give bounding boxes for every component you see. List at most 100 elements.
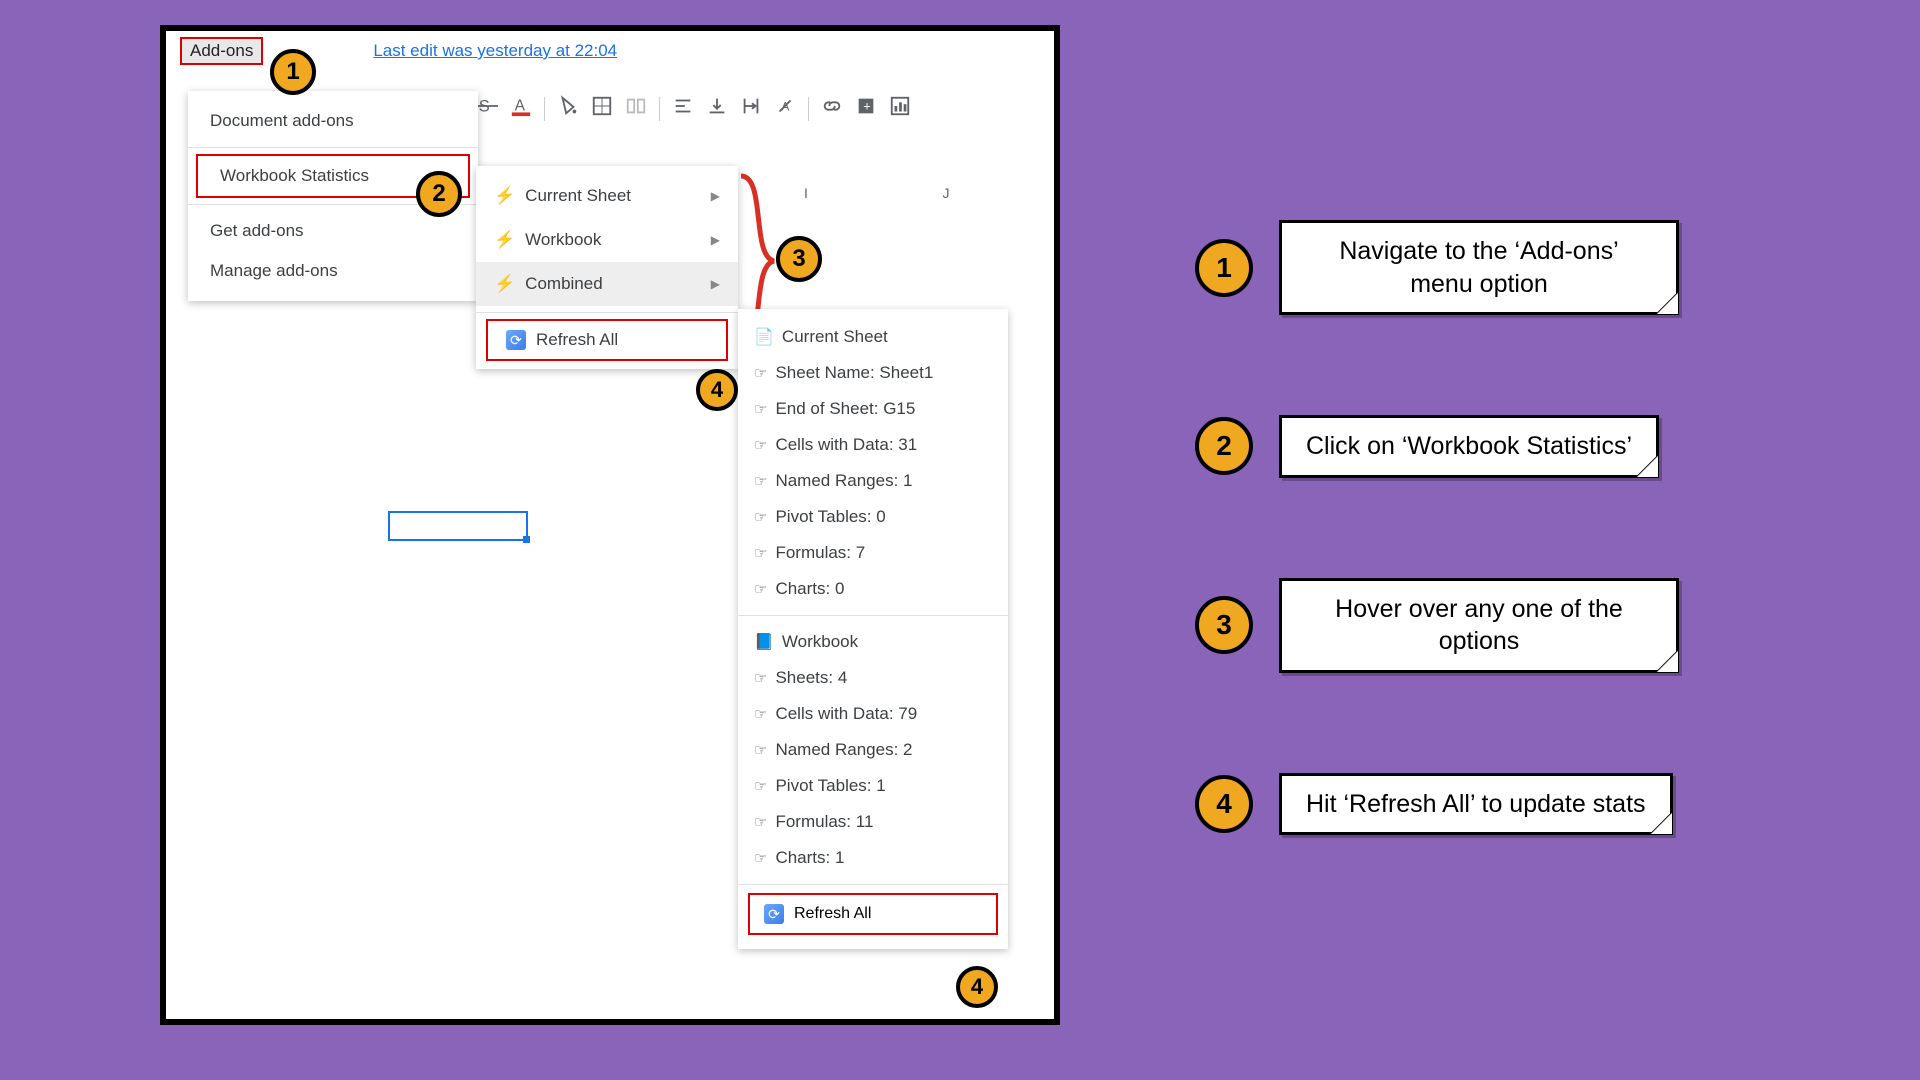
legend-note-4: Hit ‘Refresh All’ to update stats (1279, 773, 1673, 836)
menu-label: Combined (525, 274, 603, 294)
workbook-statistics-submenu: ⚡ Current Sheet ▶ ⚡ Workbook ▶ ⚡ Combine… (476, 166, 738, 369)
legend-note-1: Navigate to the ‘Add-ons’ menu option (1279, 220, 1679, 315)
legend-row-2: 2 Click on ‘Workbook Statistics’ (1195, 415, 1679, 478)
combined-item[interactable]: ⚡ Combined ▶ (476, 262, 738, 306)
strikethrough-icon[interactable]: S (476, 95, 498, 123)
fill-color-icon[interactable] (557, 95, 579, 123)
stat-label: Named Ranges: 2 (775, 740, 912, 760)
manage-addons-item[interactable]: Manage add-ons (188, 251, 478, 291)
stat-row[interactable]: ☞ End of Sheet: G15 (738, 391, 1008, 427)
legend-note-3: Hover over any one of the options (1279, 578, 1679, 673)
refresh-icon: ⟳ (764, 904, 784, 924)
stat-label: Formulas: 11 (775, 812, 873, 832)
pointer-icon: ☞ (754, 777, 767, 795)
callout-badge-4a: 4 (696, 369, 738, 411)
legend-badge-3: 3 (1195, 596, 1253, 654)
stat-row[interactable]: ☞ Charts: 0 (738, 571, 1008, 607)
workbook-icon: 📘 (754, 632, 774, 652)
stat-label: Pivot Tables: 0 (775, 507, 885, 527)
get-addons-item[interactable]: Get add-ons (188, 211, 478, 251)
menu-divider (738, 615, 1008, 616)
legend-row-4: 4 Hit ‘Refresh All’ to update stats (1195, 773, 1679, 836)
stat-label: Charts: 1 (775, 848, 844, 868)
borders-icon[interactable] (591, 95, 613, 123)
sheet-icon: 📄 (754, 327, 774, 347)
stat-label: Cells with Data: 79 (775, 704, 917, 724)
stat-row[interactable]: ☞ Charts: 1 (738, 840, 1008, 876)
pointer-icon: ☞ (754, 669, 767, 687)
chart-icon[interactable] (889, 95, 911, 123)
callout-badge-3: 3 (776, 236, 822, 282)
toolbar-separator (808, 97, 809, 121)
col-header-j[interactable]: J (876, 185, 1016, 207)
stat-row[interactable]: ☞Formulas: 7 (738, 535, 1008, 571)
legend-badge-2: 2 (1195, 417, 1253, 475)
rotate-icon[interactable]: A (774, 95, 796, 123)
halign-icon[interactable] (672, 95, 694, 123)
menu-divider (188, 147, 478, 148)
wrap-icon[interactable] (740, 95, 762, 123)
pointer-icon: ☞ (754, 436, 767, 454)
stat-row[interactable]: ☞Formulas: 11 (738, 804, 1008, 840)
valign-icon[interactable] (706, 95, 728, 123)
pointer-icon: ☞ (754, 580, 767, 598)
toolbar-separator (659, 97, 660, 121)
legend-badge-1: 1 (1195, 239, 1253, 297)
menu-label: Refresh All (794, 905, 871, 923)
pointer-icon: ☞ (754, 849, 767, 867)
pointer-icon: ☞ (754, 705, 767, 723)
stat-row[interactable]: ☞ Cells with Data: 79 (738, 696, 1008, 732)
pointer-icon: ☞ (754, 400, 767, 418)
column-headers: I J (736, 185, 1056, 207)
col-header-i[interactable]: I (736, 185, 876, 207)
callout-badge-2: 2 (416, 171, 462, 217)
workbook-item[interactable]: ⚡ Workbook ▶ (476, 218, 738, 262)
stat-label: Pivot Tables: 1 (775, 776, 885, 796)
stat-row[interactable]: ☞ Cells with Data: 31 (738, 427, 1008, 463)
stat-row[interactable]: ☞ Pivot Tables: 0 (738, 499, 1008, 535)
stat-row[interactable]: ☞ Named Ranges: 2 (738, 732, 1008, 768)
document-addons-item[interactable]: Document add-ons (188, 101, 478, 141)
refresh-icon: ⟳ (506, 330, 526, 350)
stat-label: Charts: 0 (775, 579, 844, 599)
link-icon[interactable] (821, 95, 843, 123)
stat-label: Named Ranges: 1 (775, 471, 912, 491)
merge-cells-icon[interactable] (625, 95, 647, 123)
stat-row[interactable]: ☞ Named Ranges: 1 (738, 463, 1008, 499)
stat-row[interactable]: ☞Sheets: 4 (738, 660, 1008, 696)
comment-icon[interactable]: + (855, 95, 877, 123)
svg-text:A: A (781, 100, 789, 114)
menu-divider (738, 884, 1008, 885)
legend-panel: 1 Navigate to the ‘Add-ons’ menu option … (1195, 220, 1679, 835)
bolt-icon: ⚡ (494, 274, 515, 294)
svg-text:+: + (863, 99, 871, 114)
pointer-icon: ☞ (754, 741, 767, 759)
current-sheet-item[interactable]: ⚡ Current Sheet ▶ (476, 174, 738, 218)
pointer-icon: ☞ (754, 364, 767, 382)
current-sheet-header: 📄Current Sheet (738, 319, 1008, 355)
last-edit-link[interactable]: Last edit was yesterday at 22:04 (373, 41, 617, 61)
stat-label: Cells with Data: 31 (775, 435, 917, 455)
stat-label: Formulas: 7 (775, 543, 865, 563)
menu-label: Current Sheet (525, 186, 631, 206)
callout-badge-1: 1 (270, 49, 316, 95)
toolbar-separator (544, 97, 545, 121)
callout-badge-4b: 4 (956, 966, 998, 1008)
refresh-all-item[interactable]: ⟳ Refresh All (748, 893, 998, 935)
legend-badge-4: 4 (1195, 775, 1253, 833)
stat-row[interactable]: ☞ Pivot Tables: 1 (738, 768, 1008, 804)
chevron-right-icon: ▶ (711, 233, 720, 247)
pointer-icon: ☞ (754, 472, 767, 490)
legend-row-1: 1 Navigate to the ‘Add-ons’ menu option (1195, 220, 1679, 315)
menu-label: Workbook (525, 230, 601, 250)
refresh-all-item[interactable]: ⟳ Refresh All (486, 319, 728, 361)
addons-menu[interactable]: Add-ons (180, 37, 263, 65)
pointer-icon: ☞ (754, 508, 767, 526)
svg-text:A: A (515, 98, 526, 115)
selected-cell[interactable] (388, 511, 528, 541)
stat-row[interactable]: ☞Sheet Name: Sheet1 (738, 355, 1008, 391)
text-color-icon[interactable]: A (510, 95, 532, 123)
bolt-icon: ⚡ (494, 186, 515, 206)
stat-label: End of Sheet: G15 (775, 399, 915, 419)
bolt-icon: ⚡ (494, 230, 515, 250)
